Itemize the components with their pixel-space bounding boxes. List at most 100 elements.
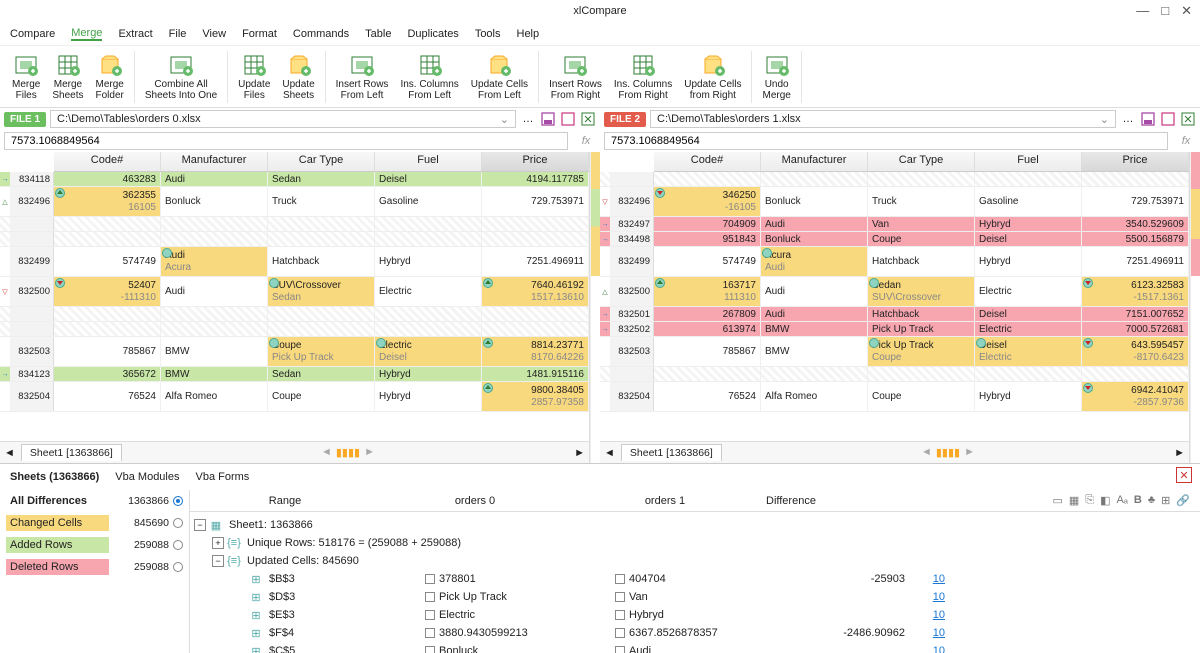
row-header[interactable]: 834118 bbox=[10, 172, 54, 186]
cell[interactable]: Gasoline bbox=[975, 187, 1082, 216]
bottom-close-icon[interactable]: ✕ bbox=[1176, 467, 1192, 483]
cell[interactable]: Hybryd bbox=[375, 247, 482, 276]
filter-added-rows[interactable]: Added Rows259088 bbox=[0, 534, 189, 556]
table-row[interactable]: △83249636235516105BonluckTruckGasoline72… bbox=[0, 187, 589, 217]
ribbon-ins-columns-from-right[interactable]: Ins. Columns From Right bbox=[610, 51, 676, 103]
radio-icon[interactable] bbox=[173, 562, 183, 572]
cell[interactable]: BMW bbox=[761, 322, 868, 336]
cell[interactable]: 76524 bbox=[54, 382, 161, 411]
cell[interactable] bbox=[54, 232, 161, 246]
cell[interactable] bbox=[375, 232, 482, 246]
ribbon-update-files[interactable]: Update Files bbox=[234, 51, 274, 103]
table-row[interactable] bbox=[0, 307, 589, 322]
cell[interactable]: 704909 bbox=[654, 217, 761, 231]
cell[interactable]: 785867 bbox=[54, 337, 161, 366]
cell[interactable]: Hatchback bbox=[868, 307, 975, 321]
cell[interactable]: 36235516105 bbox=[54, 187, 161, 216]
ribbon-merge-folder[interactable]: Merge Folder bbox=[92, 51, 128, 103]
cell[interactable]: Sedan bbox=[268, 172, 375, 186]
menu-view[interactable]: View bbox=[202, 28, 226, 40]
table-row[interactable]: 832503785867BMWPick Up TrackCoupeDeiselE… bbox=[600, 337, 1189, 367]
cell[interactable]: Bonluck bbox=[161, 187, 268, 216]
cell[interactable]: 951843 bbox=[654, 232, 761, 246]
cell[interactable]: Coupe bbox=[868, 232, 975, 246]
filter-changed-cells[interactable]: Changed Cells845690 bbox=[0, 512, 189, 534]
file2-close-icon[interactable] bbox=[1180, 111, 1196, 127]
ribbon-update-cells-from-right[interactable]: Update Cells from Right bbox=[680, 51, 745, 103]
maximize-icon[interactable]: □ bbox=[1161, 3, 1169, 19]
cell[interactable]: Electric bbox=[975, 322, 1082, 336]
col-cartype[interactable]: Car Type bbox=[268, 152, 375, 171]
ribbon-undo-merge[interactable]: Undo Merge bbox=[758, 51, 794, 103]
table-row[interactable] bbox=[600, 172, 1189, 187]
row-header[interactable]: 832504 bbox=[10, 382, 54, 411]
cell[interactable]: Deisel bbox=[975, 307, 1082, 321]
file2-more-icon[interactable]: … bbox=[1120, 111, 1136, 127]
diff-row[interactable]: −{≡}Updated Cells: 845690 bbox=[190, 552, 1200, 570]
cell[interactable]: Deisel bbox=[975, 232, 1082, 246]
file1-edit-icon[interactable] bbox=[560, 111, 576, 127]
cell[interactable]: BMW bbox=[161, 337, 268, 366]
fx1-input[interactable] bbox=[4, 132, 568, 150]
cell[interactable] bbox=[975, 172, 1082, 186]
checkbox[interactable] bbox=[425, 646, 435, 653]
cell[interactable]: Hybryd bbox=[375, 382, 482, 411]
checkbox[interactable] bbox=[615, 610, 625, 620]
right-tab-next[interactable]: ► bbox=[1174, 447, 1185, 459]
row-header[interactable] bbox=[10, 232, 54, 246]
cell[interactable] bbox=[761, 367, 868, 381]
cell[interactable]: Van bbox=[868, 217, 975, 231]
cell[interactable]: Alfa Romeo bbox=[161, 382, 268, 411]
cell[interactable]: 574749 bbox=[654, 247, 761, 276]
ribbon-ins-columns-from-left[interactable]: Ins. Columns From Left bbox=[396, 51, 462, 103]
checkbox[interactable] bbox=[615, 592, 625, 602]
bold-icon[interactable]: B bbox=[1134, 494, 1142, 507]
cell[interactable]: 7151.007652 bbox=[1082, 307, 1189, 321]
cell[interactable]: Electric bbox=[975, 277, 1082, 306]
bottom-tab-2[interactable]: Vba Forms bbox=[196, 471, 250, 483]
cell[interactable] bbox=[482, 232, 589, 246]
file1-more-icon[interactable]: … bbox=[520, 111, 536, 127]
file1-save-icon[interactable] bbox=[540, 111, 556, 127]
bottom-tab-1[interactable]: Vba Modules bbox=[115, 471, 179, 483]
table-row[interactable] bbox=[0, 217, 589, 232]
cell[interactable] bbox=[54, 322, 161, 336]
cell[interactable]: Gasoline bbox=[375, 187, 482, 216]
cell[interactable] bbox=[54, 217, 161, 231]
row-header[interactable] bbox=[10, 217, 54, 231]
cell[interactable]: Truck bbox=[868, 187, 975, 216]
row-header[interactable]: 832501 bbox=[610, 307, 654, 321]
cell[interactable]: Hatchback bbox=[268, 247, 375, 276]
cell[interactable] bbox=[482, 322, 589, 336]
tool-icon[interactable]: ♣ bbox=[1148, 494, 1155, 507]
checkbox[interactable] bbox=[615, 574, 625, 584]
table-row[interactable]: →832497704909AudiVanHybryd3540.529609 bbox=[600, 217, 1189, 232]
cell[interactable]: Bonluck bbox=[761, 232, 868, 246]
cell[interactable]: SedanSUV\Crossover bbox=[868, 277, 975, 306]
ribbon-update-cells-from-left[interactable]: Update Cells From Left bbox=[467, 51, 532, 103]
link[interactable]: 10 bbox=[905, 591, 945, 603]
cell[interactable] bbox=[268, 307, 375, 321]
col-cartype[interactable]: Car Type bbox=[868, 152, 975, 171]
cell[interactable]: Hybryd bbox=[975, 217, 1082, 231]
right-sheet-tab[interactable]: Sheet1 [1363866] bbox=[621, 444, 722, 461]
close-icon[interactable]: ✕ bbox=[1181, 3, 1192, 19]
menu-file[interactable]: File bbox=[169, 28, 187, 40]
filter-deleted-rows[interactable]: Deleted Rows259088 bbox=[0, 556, 189, 578]
cell[interactable]: 1481.915116 bbox=[482, 367, 589, 381]
cell[interactable]: 365672 bbox=[54, 367, 161, 381]
cell[interactable] bbox=[868, 172, 975, 186]
cell[interactable]: Audi bbox=[761, 217, 868, 231]
menu-tools[interactable]: Tools bbox=[475, 28, 501, 40]
diff-body[interactable]: −▦Sheet1: 1363866+{≡}Unique Rows: 518176… bbox=[190, 512, 1200, 653]
col-price[interactable]: Price bbox=[1082, 152, 1189, 171]
cell[interactable] bbox=[268, 322, 375, 336]
cell[interactable] bbox=[54, 307, 161, 321]
file1-close-icon[interactable] bbox=[580, 111, 596, 127]
cell[interactable]: Coupe bbox=[268, 382, 375, 411]
cell[interactable]: Bonluck bbox=[761, 187, 868, 216]
table-row[interactable]: 832499574749AcuraAudiHatchbackHybryd7251… bbox=[600, 247, 1189, 277]
cell[interactable]: AcuraAudi bbox=[761, 247, 868, 276]
row-header[interactable] bbox=[10, 307, 54, 321]
cell[interactable]: 163717111310 bbox=[654, 277, 761, 306]
